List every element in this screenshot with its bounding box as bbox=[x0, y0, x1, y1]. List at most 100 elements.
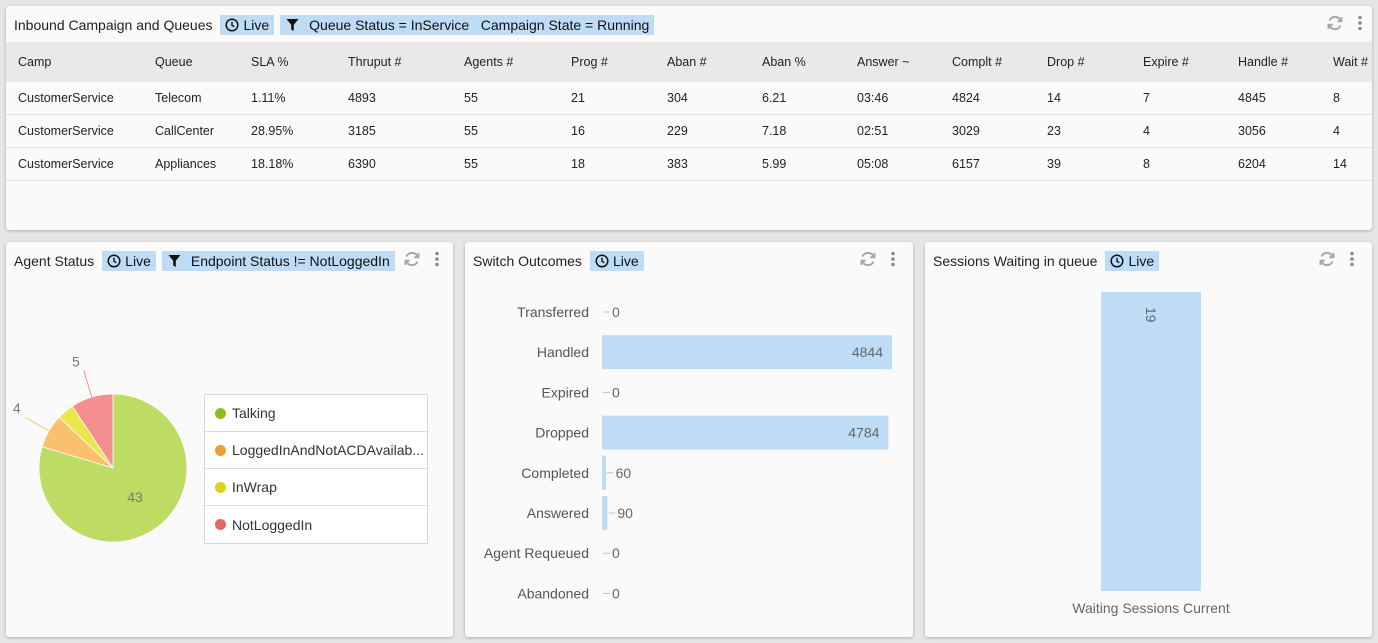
legend-dot bbox=[215, 407, 226, 419]
table-cell: 6157 bbox=[952, 157, 980, 171]
filter-label: Queue Status = InService Campaign State … bbox=[309, 17, 650, 33]
column-header[interactable]: Aban # bbox=[655, 55, 750, 69]
table-cell: 16 bbox=[571, 124, 585, 138]
column-header[interactable]: Complt # bbox=[940, 55, 1035, 69]
column-header[interactable]: Answer ~ bbox=[845, 55, 940, 69]
column-header[interactable]: SLA % bbox=[239, 55, 336, 69]
bar[interactable] bbox=[602, 415, 889, 450]
sessions-waiting-bar-chart: 19 Waiting Sessions Current bbox=[1072, 292, 1230, 616]
refresh-icon[interactable] bbox=[1326, 14, 1344, 32]
inbound-campaign-queues-panel: Inbound Campaign and Queues Live Queue S… bbox=[6, 6, 1372, 230]
table-cell: 7 bbox=[1143, 91, 1150, 105]
table-cell: 6204 bbox=[1238, 157, 1266, 171]
column-header[interactable]: Drop # bbox=[1035, 55, 1131, 69]
legend-item[interactable]: Talking bbox=[205, 395, 427, 432]
agent-status-panel: Agent Status Live Endpoint Status != Not… bbox=[6, 242, 453, 637]
panel-header: Inbound Campaign and Queues Live Queue S… bbox=[14, 14, 1364, 36]
table-cell: 02:51 bbox=[857, 124, 889, 138]
table-cell: CustomerService bbox=[18, 91, 114, 105]
column-header[interactable]: Handle # bbox=[1226, 55, 1321, 69]
filter-icon bbox=[286, 19, 299, 31]
table-cell: 14 bbox=[1047, 91, 1061, 105]
bar-category-label: Abandoned bbox=[517, 585, 589, 601]
queues-table: Camp Queue SLA % Thruput # Agents # Prog… bbox=[6, 42, 1372, 183]
legend-label: InWrap bbox=[232, 479, 277, 495]
table-cell: 39 bbox=[1047, 157, 1061, 171]
table-cell: 55 bbox=[464, 91, 478, 105]
bar-value-label: 0 bbox=[612, 545, 620, 561]
table-body: CustomerService Telecom 1.11% 4893 55 21 304 6.… bbox=[6, 82, 1372, 181]
table-row[interactable]: CustomerService Appliances 18.18% 6390 55 18 3… bbox=[6, 148, 1372, 181]
table-cell: 14 bbox=[1333, 157, 1347, 171]
table-cell: CustomerService bbox=[18, 124, 114, 138]
bar[interactable] bbox=[602, 455, 606, 490]
table-row[interactable]: CustomerService Telecom 1.11% 4893 55 21 304 6.… bbox=[6, 82, 1372, 115]
table-cell: 5.99 bbox=[762, 157, 787, 171]
table-cell: 4893 bbox=[348, 91, 376, 105]
legend-dot bbox=[215, 519, 226, 530]
legend-label: LoggedInAndNotACDAvailab... bbox=[232, 442, 424, 458]
legend-item[interactable]: LoggedInAndNotACDAvailab... bbox=[205, 432, 427, 469]
bar-value-label: 0 bbox=[612, 384, 620, 400]
pie-slice-label: 5 bbox=[72, 353, 80, 369]
table-cell: Appliances bbox=[155, 157, 217, 171]
table-cell: 3185 bbox=[348, 124, 376, 138]
live-label: Live bbox=[243, 17, 270, 33]
panel-tools bbox=[1326, 14, 1362, 32]
pie-label-connector bbox=[24, 416, 50, 432]
table-cell: 23 bbox=[1047, 124, 1061, 138]
bar-value-label: 0 bbox=[612, 585, 620, 601]
table-cell: 6.21 bbox=[762, 91, 787, 105]
table-cell: 229 bbox=[667, 124, 688, 138]
table-cell: Telecom bbox=[155, 91, 202, 105]
bar-category-label: Agent Requeued bbox=[484, 545, 589, 561]
bar[interactable] bbox=[602, 335, 892, 370]
table-cell: 3029 bbox=[952, 124, 980, 138]
filter-badge[interactable]: Queue Status = InService Campaign State … bbox=[280, 15, 655, 35]
legend-dot bbox=[215, 481, 226, 493]
table-cell: 1.11% bbox=[251, 91, 286, 105]
legend-dot bbox=[215, 444, 226, 456]
table-cell: 3056 bbox=[1238, 124, 1266, 138]
bar-value-label: 60 bbox=[616, 465, 632, 481]
bar[interactable] bbox=[602, 496, 608, 530]
table-cell: 55 bbox=[464, 157, 478, 171]
bar-category-label: Transferred bbox=[517, 304, 589, 320]
column-header[interactable]: Expire # bbox=[1131, 55, 1226, 69]
switch-outcomes-panel: Switch Outcomes Live Transferred 0 Handled… bbox=[465, 242, 913, 637]
table-cell: CallCenter bbox=[155, 124, 215, 138]
column-header[interactable]: Thruput # bbox=[336, 55, 452, 69]
column-header[interactable]: Camp bbox=[6, 55, 143, 69]
pie-legend: Talking LoggedInAndNotACDAvailab... InWrap… bbox=[204, 394, 428, 544]
bar-value-label: 90 bbox=[617, 505, 633, 521]
column-header[interactable]: Agents # bbox=[452, 55, 559, 69]
more-vertical-icon[interactable] bbox=[1358, 15, 1362, 31]
table-cell: 4 bbox=[1333, 124, 1340, 138]
column-header[interactable]: Wait # bbox=[1321, 55, 1372, 69]
table-cell: 8 bbox=[1143, 157, 1150, 171]
table-cell: 8 bbox=[1333, 91, 1340, 105]
table-cell: 28.95% bbox=[251, 124, 294, 138]
table-cell: 55 bbox=[464, 124, 478, 138]
bar-category-label: Handled bbox=[537, 344, 589, 360]
bar-value-label: 4844 bbox=[852, 344, 883, 360]
clock-icon bbox=[225, 18, 240, 32]
table-cell: 4845 bbox=[1238, 91, 1266, 105]
table-cell: 383 bbox=[667, 157, 688, 171]
table-cell: 18.18% bbox=[251, 157, 294, 171]
legend-item[interactable]: NotLoggedIn bbox=[205, 506, 427, 543]
legend-label: Talking bbox=[232, 405, 276, 421]
bar[interactable] bbox=[1101, 292, 1201, 591]
table-cell: 21 bbox=[571, 91, 585, 105]
column-header[interactable]: Queue bbox=[143, 55, 239, 69]
live-badge[interactable]: Live bbox=[220, 15, 275, 35]
legend-item[interactable]: InWrap bbox=[205, 469, 427, 506]
table-row[interactable]: CustomerService CallCenter 28.95% 3185 55 16 2… bbox=[6, 115, 1372, 148]
column-header[interactable]: Aban % bbox=[750, 55, 845, 69]
switch-outcomes-bar-chart: Transferred 0 Handled 4844 Expired 0 Dropped 47… bbox=[484, 304, 892, 601]
bar-category-label: Dropped bbox=[535, 425, 589, 441]
table-cell: 4 bbox=[1143, 124, 1150, 138]
pie-slice-label: 4 bbox=[13, 400, 21, 416]
pie-label-connector bbox=[83, 370, 93, 398]
column-header[interactable]: Prog # bbox=[559, 55, 655, 69]
